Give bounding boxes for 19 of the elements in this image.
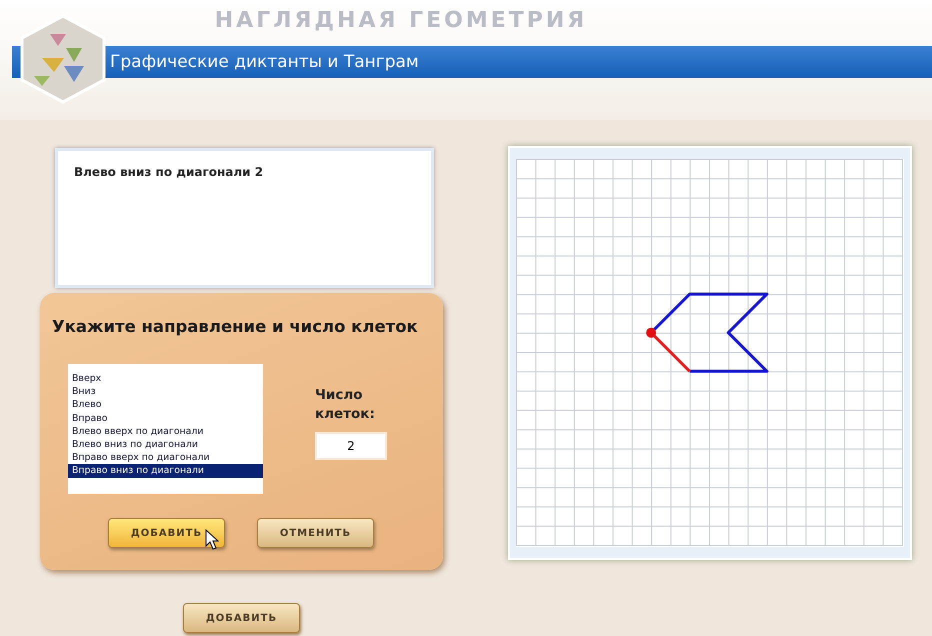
cancel-button[interactable]: ОТМЕНИТЬ — [257, 518, 374, 548]
direction-list[interactable]: Вверх Вниз Влево Вправо Влево вверх по диагонали Влево вниз по диагонали Вправо вверх по диагонали Вправо вниз по диагонали — [68, 364, 263, 494]
app-title: НАГЛЯДНАЯ ГЕОМЕТРИЯ — [214, 7, 588, 35]
command-line: Влево вниз по диагонали 2 — [74, 165, 264, 179]
add-button[interactable]: ДОБАВИТЬ — [108, 518, 225, 548]
count-label: Число клеток: — [315, 386, 376, 424]
add-button[interactable]: ДОБАВИТЬ — [183, 603, 300, 633]
direction-option[interactable]: Вправо вниз по диагонали — [68, 464, 263, 478]
direction-option[interactable]: Влево — [68, 398, 263, 412]
pointer-cursor-icon — [205, 529, 219, 551]
direction-option[interactable]: Вверх — [68, 372, 263, 386]
direction-option[interactable]: Влево вверх по диагонали — [68, 424, 263, 438]
section-title: Графические диктанты и Танграм — [110, 52, 419, 72]
direction-option[interactable]: Влево вниз по диагонали — [68, 438, 263, 452]
direction-option[interactable]: Вправо — [68, 412, 263, 425]
direction-option[interactable]: Вправо вверх по диагонали — [68, 451, 263, 464]
count-input-field[interactable]: 2 — [315, 432, 387, 460]
dialog-title: Укажите направление и число клеток — [52, 317, 419, 336]
direction-option[interactable]: Вниз — [68, 385, 263, 398]
